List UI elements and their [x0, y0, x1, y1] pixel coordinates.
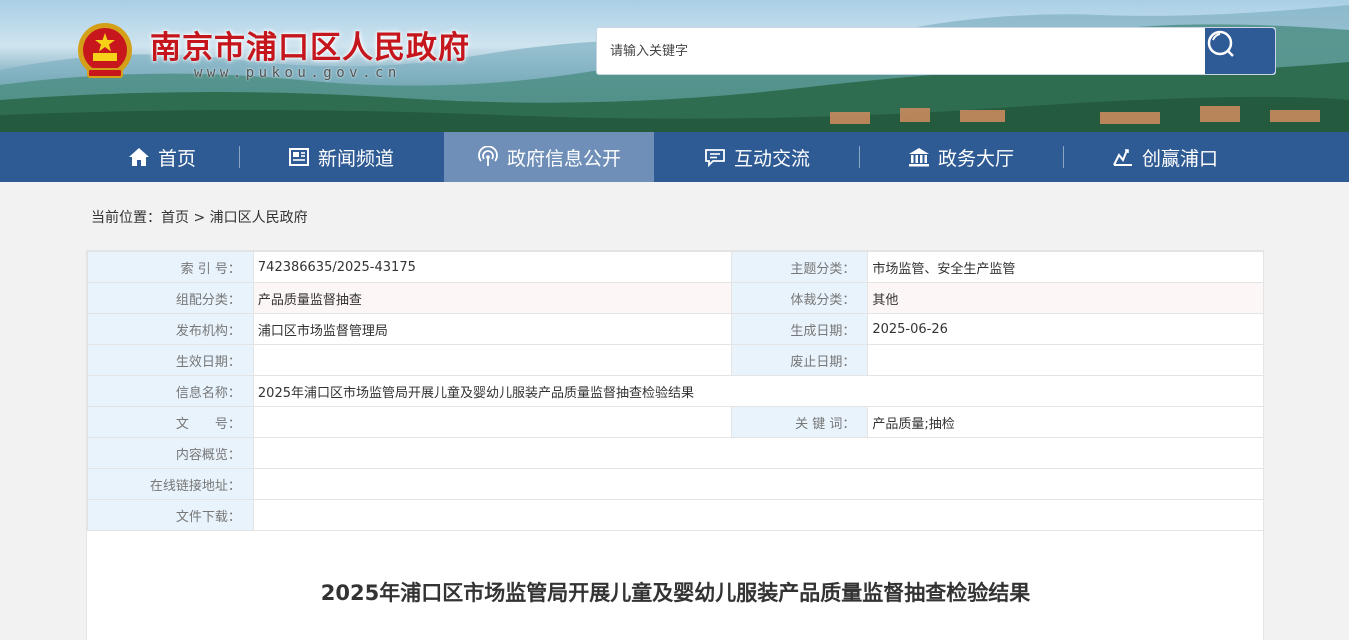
nav-item-news[interactable]: 新闻频道	[240, 132, 442, 182]
article-title: 2025年浦口区市场监管局开展儿童及婴幼儿服装产品质量监督抽查检验结果	[320, 581, 1031, 605]
table-row: 组配分类： 产品质量监督抽查 体裁分类： 其他	[87, 282, 1264, 314]
breadcrumb-separator: >	[189, 210, 210, 226]
site-title: 南京市浦口区人民政府	[150, 30, 470, 66]
table-row: 文件下载：	[87, 499, 1265, 531]
breadcrumb-current-link[interactable]: 浦口区人民政府	[210, 210, 308, 226]
effective-value	[252, 344, 733, 376]
publisher-label: 发布机构：	[87, 313, 254, 345]
nav-label-news: 新闻频道	[317, 147, 394, 170]
nav-item-interaction[interactable]: 互动交流	[656, 132, 858, 182]
table-row: 内容概览：	[87, 437, 1265, 469]
search-button[interactable]	[1205, 28, 1275, 74]
table-row: 信息名称： 2025年浦口区市场监管局开展儿童及婴幼儿服装产品质量监督抽查检验结…	[87, 375, 1265, 407]
created-label: 生成日期：	[731, 313, 869, 345]
topic-label: 主题分类：	[731, 251, 869, 283]
nav-item-pukou-win[interactable]: 创赢浦口	[1064, 132, 1266, 182]
nav-item-home[interactable]: 首页	[86, 132, 238, 182]
index-value: 742386635/2025-43175	[252, 251, 733, 283]
nav-item-gov-info[interactable]: 政府信息公开	[444, 132, 654, 182]
info-table: 索 引 号： 742386635/2025-43175 主题分类： 市场监管、安…	[87, 251, 1265, 531]
link-value[interactable]	[252, 468, 1265, 500]
summary-label: 内容概览：	[87, 437, 254, 469]
search-icon	[1207, 30, 1234, 57]
genre-label: 体裁分类：	[731, 282, 869, 314]
table-row: 文 号： 关 键 词： 产品质量;抽检	[87, 406, 1264, 438]
name-value: 2025年浦口区市场监管局开展儿童及婴幼儿服装产品质量监督抽查检验结果	[252, 375, 1265, 407]
expiry-label: 废止日期：	[731, 344, 869, 376]
breadcrumb-prefix: 当前位置：	[91, 210, 161, 226]
download-label: 文件下载：	[87, 499, 254, 531]
breadcrumb-home-link[interactable]: 首页	[161, 210, 189, 226]
table-row: 在线链接地址：	[87, 468, 1265, 500]
site-domain: www.pukou.gov.cn	[194, 65, 401, 81]
search-box	[596, 27, 1276, 75]
chat-icon	[705, 149, 725, 167]
expiry-value	[867, 344, 1264, 376]
category-value: 产品质量监督抽查	[252, 282, 733, 314]
main-nav: 首页 新闻频道 政府信息公开 互动交流 政务大厅 创赢浦口	[0, 132, 1349, 182]
download-value[interactable]	[252, 499, 1265, 531]
nav-item-service-hall[interactable]: 政务大厅	[860, 132, 1062, 182]
search-input[interactable]	[597, 28, 1205, 74]
nav-label-home: 首页	[157, 147, 196, 170]
keywords-value: 产品质量;抽检	[867, 406, 1264, 438]
broadcast-icon	[478, 146, 498, 166]
summary-value	[252, 437, 1265, 469]
name-label: 信息名称：	[87, 375, 254, 407]
index-label: 索 引 号：	[87, 251, 254, 283]
keywords-label: 关 键 词：	[731, 406, 869, 438]
table-row: 生效日期： 废止日期：	[87, 344, 1264, 376]
home-icon	[128, 148, 149, 166]
docno-value	[252, 406, 733, 438]
nav-label-service-hall: 政务大厅	[937, 147, 1014, 170]
created-value: 2025-06-26	[867, 313, 1264, 345]
genre-value: 其他	[867, 282, 1264, 314]
content-panel: 索 引 号： 742386635/2025-43175 主题分类： 市场监管、安…	[86, 250, 1265, 640]
category-label: 组配分类：	[87, 282, 254, 314]
national-emblem-icon	[76, 21, 134, 83]
header-banner: 南京市浦口区人民政府 www.pukou.gov.cn	[0, 0, 1349, 132]
breadcrumb: 当前位置：首页 > 浦口区人民政府	[91, 207, 308, 227]
topic-value: 市场监管、安全生产监管	[867, 251, 1264, 283]
nav-label-gov-info: 政府信息公开	[506, 147, 621, 170]
effective-label: 生效日期：	[87, 344, 254, 376]
growth-icon	[1113, 149, 1132, 166]
link-label: 在线链接地址：	[87, 468, 254, 500]
table-row: 索 引 号： 742386635/2025-43175 主题分类： 市场监管、安…	[87, 251, 1264, 283]
docno-label: 文 号：	[87, 406, 254, 438]
publisher-value: 浦口区市场监督管理局	[252, 313, 733, 345]
table-row: 发布机构： 浦口区市场监督管理局 生成日期： 2025-06-26	[87, 313, 1264, 345]
news-icon	[288, 148, 309, 166]
nav-label-interaction: 互动交流	[733, 147, 810, 170]
nav-label-pukou-win: 创赢浦口	[1141, 147, 1218, 170]
hall-icon	[908, 148, 929, 167]
